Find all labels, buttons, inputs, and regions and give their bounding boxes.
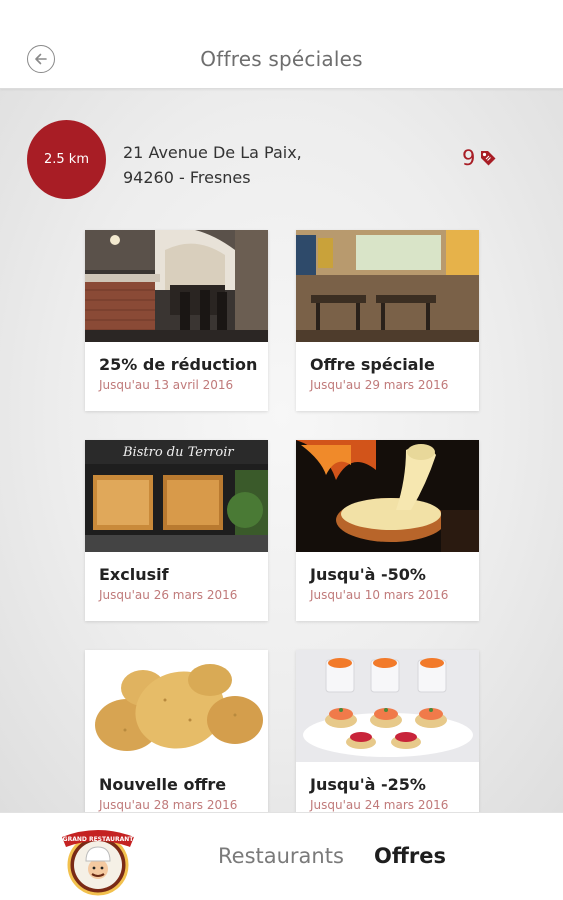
offer-date: Jusqu'au 26 mars 2016 [99,588,238,602]
offer-title: Jusqu'à -25% [310,775,426,794]
offer-count-badge[interactable]: 9 [462,146,497,170]
offer-date: Jusqu'au 10 mars 2016 [310,588,449,602]
logo-text: GRAND RESTAURANT [63,836,135,843]
offer-title: 25% de réduction [99,355,258,374]
page-title: Offres spéciales [200,47,363,71]
app-header: Offres spéciales [0,0,563,89]
nav-restaurants[interactable]: Restaurants [218,844,344,868]
offer-photo [296,440,479,552]
offer-date: Jusqu'au 29 mars 2016 [310,378,449,392]
tag-icon [481,151,496,166]
restaurant-address: 21 Avenue De La Paix, 94260 - Fresnes [123,140,302,190]
offer-photo: Bistro du Terroir [85,440,268,552]
offer-card[interactable]: 25% de réduction Jusqu'au 13 avril 2016 [85,230,268,411]
offer-title: Exclusif [99,565,169,584]
distance-badge: 2.5 km [27,120,106,199]
offer-photo [85,230,268,342]
offer-card[interactable]: Jusqu'à -25% Jusqu'au 24 mars 2016 [296,650,479,812]
offer-date: Jusqu'au 28 mars 2016 [99,798,238,812]
bottom-navigation: GRAND RESTAURANT Restaurants Offres [0,812,563,900]
offer-card[interactable]: Bistro du Terroir Exclusif Jusqu'au 26 m… [85,440,268,621]
offer-photo [296,650,479,762]
offer-photo [85,650,268,762]
chef-logo[interactable]: GRAND RESTAURANT [58,819,138,897]
offers-content[interactable]: 2.5 km 21 Avenue De La Paix, 94260 - Fre… [0,89,563,812]
address-line-1: 21 Avenue De La Paix, [123,143,302,162]
offer-card[interactable]: Jusqu'à -50% Jusqu'au 10 mars 2016 [296,440,479,621]
offer-date: Jusqu'au 13 avril 2016 [99,378,234,392]
offer-card[interactable]: Nouvelle offre Jusqu'au 28 mars 2016 [85,650,268,812]
offer-title: Jusqu'à -50% [310,565,426,584]
nav-offers[interactable]: Offres [374,844,446,868]
offer-title: Nouvelle offre [99,775,227,794]
address-line-2: 94260 - Fresnes [123,168,251,187]
offer-card[interactable]: Offre spéciale Jusqu'au 29 mars 2016 [296,230,479,411]
storefront-sign: Bistro du Terroir [122,445,234,460]
offer-date: Jusqu'au 24 mars 2016 [310,798,449,812]
offer-photo [296,230,479,342]
offer-count: 9 [462,146,476,170]
offer-title: Offre spéciale [310,355,435,374]
